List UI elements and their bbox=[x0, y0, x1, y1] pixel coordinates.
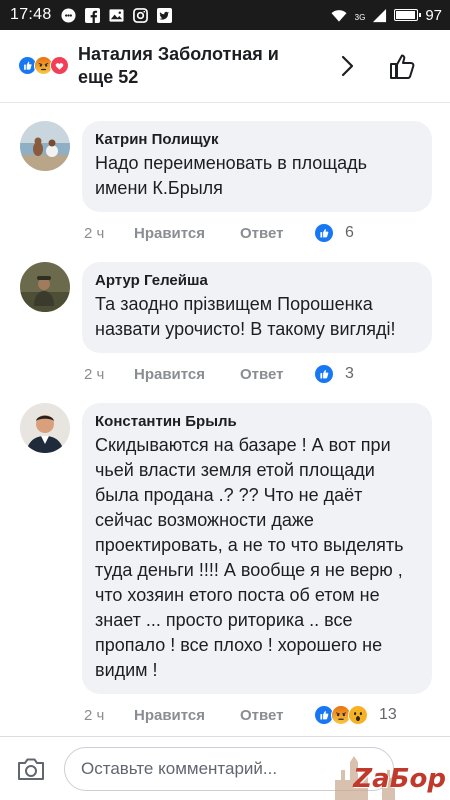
signal-icon bbox=[373, 8, 387, 22]
reactions-header[interactable]: Наталия Заболотная и еще 52 bbox=[0, 30, 450, 103]
chevron-right-icon[interactable] bbox=[334, 53, 360, 79]
wifi-icon bbox=[331, 9, 347, 22]
comment-time: 2 ч bbox=[84, 365, 105, 383]
avatar[interactable] bbox=[20, 403, 70, 453]
reactions-summary-title[interactable]: Наталия Заболотная и еще 52 bbox=[78, 43, 316, 89]
wow-reaction-icon bbox=[348, 704, 369, 726]
instagram-icon bbox=[132, 7, 148, 23]
comment-bubble[interactable]: Катрин Полищук Надо переименовать в площ… bbox=[82, 121, 432, 212]
watermark-text: ZaБор bbox=[353, 764, 446, 794]
comment-author[interactable]: Катрин Полищук bbox=[95, 130, 418, 149]
comment-author[interactable]: Артур Гелейша bbox=[95, 271, 418, 290]
comment-composer: ZaБор bbox=[0, 736, 450, 800]
reply-button[interactable]: Ответ bbox=[240, 707, 314, 724]
comment-reactions[interactable]: 3 bbox=[314, 363, 354, 385]
camera-icon[interactable] bbox=[16, 756, 46, 782]
comment-time: 2 ч bbox=[84, 706, 105, 724]
facebook-icon bbox=[84, 7, 100, 23]
reaction-count: 6 bbox=[345, 224, 354, 241]
gallery-icon bbox=[109, 8, 124, 22]
avatar[interactable] bbox=[20, 262, 70, 312]
comment-text: Та заодно прізвищем Порошенка назвати ур… bbox=[95, 294, 396, 339]
battery-percent: 97 bbox=[425, 6, 442, 24]
like-button[interactable]: Нравится bbox=[134, 707, 240, 724]
status-bar: 17:48 3G 97 bbox=[0, 0, 450, 30]
twitter-icon bbox=[156, 7, 172, 23]
comment-time: 2 ч bbox=[84, 224, 105, 242]
avatar[interactable] bbox=[20, 121, 70, 171]
like-outline-icon[interactable] bbox=[388, 51, 418, 81]
like-reaction-icon bbox=[314, 363, 335, 385]
reply-button[interactable]: Ответ bbox=[240, 366, 314, 383]
comment-bubble[interactable]: Артур Гелейша Та заодно прізвищем Пороше… bbox=[82, 262, 432, 353]
comment-reactions[interactable]: 6 bbox=[314, 222, 354, 244]
comment-item: Катрин Полищук Надо переименовать в площ… bbox=[0, 121, 450, 254]
network-label: 3G bbox=[354, 12, 366, 22]
comment-actions: 2 ч Нравится Ответ 3 bbox=[82, 353, 432, 395]
comment-reactions[interactable]: 13 bbox=[314, 704, 397, 726]
reaction-count: 13 bbox=[379, 706, 397, 723]
like-button[interactable]: Нравится bbox=[134, 225, 240, 242]
comment-text: Надо переименовать в площадь имени К.Бры… bbox=[95, 153, 368, 198]
comments-list: Катрин Полищук Надо переименовать в площ… bbox=[0, 103, 450, 736]
reply-button[interactable]: Ответ bbox=[240, 225, 314, 242]
notification-icon bbox=[61, 7, 76, 23]
comment-bubble[interactable]: Константин Брыль Скидываются на базаре !… bbox=[82, 403, 432, 694]
like-button[interactable]: Нравится bbox=[134, 366, 240, 383]
comment-item: Константин Брыль Скидываются на базаре !… bbox=[0, 403, 450, 736]
comment-author[interactable]: Константин Брыль bbox=[95, 412, 418, 431]
comment-text: Скидываются на базаре ! А вот при чьей в… bbox=[95, 435, 404, 680]
battery-icon bbox=[394, 9, 422, 21]
reaction-count: 3 bbox=[345, 365, 354, 382]
status-time: 17:48 bbox=[10, 6, 52, 23]
watermark: ZaБор bbox=[330, 740, 450, 800]
like-reaction-icon bbox=[314, 222, 335, 244]
love-reaction-icon bbox=[50, 56, 70, 76]
comment-actions: 2 ч Нравится Ответ 6 bbox=[82, 212, 432, 254]
header-reactions[interactable] bbox=[18, 56, 70, 76]
comment-item: Артур Гелейша Та заодно прізвищем Пороше… bbox=[0, 262, 450, 395]
comment-actions: 2 ч Нравится Ответ 13 bbox=[82, 694, 432, 736]
battery-fill bbox=[396, 11, 415, 19]
